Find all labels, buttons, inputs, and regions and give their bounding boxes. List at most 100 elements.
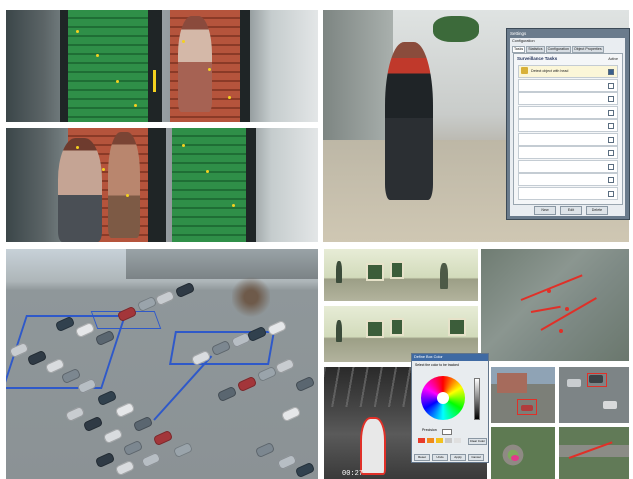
clear-color-button[interactable]: Clear Color bbox=[468, 438, 487, 445]
lane-line bbox=[153, 355, 213, 421]
target-marker bbox=[547, 289, 551, 293]
active-column-label: Active bbox=[608, 57, 618, 61]
color-swatch[interactable] bbox=[418, 438, 425, 443]
active-checkbox[interactable] bbox=[608, 150, 614, 156]
settings-dialog: Settings Configuration Tasks Statistics … bbox=[506, 28, 630, 220]
task-row[interactable] bbox=[518, 119, 618, 132]
tasks-panel: Surveillance Tasks Active Detect object … bbox=[513, 53, 623, 205]
tracking-marker bbox=[76, 30, 79, 33]
track-line bbox=[540, 297, 597, 331]
color-swatch[interactable] bbox=[445, 438, 452, 443]
precision-slider[interactable] bbox=[442, 429, 452, 435]
task-row[interactable] bbox=[518, 186, 618, 200]
active-checkbox[interactable] bbox=[608, 69, 614, 75]
walking-person bbox=[385, 42, 433, 200]
tracking-marker bbox=[182, 40, 185, 43]
warning-icon bbox=[521, 67, 528, 74]
escalator-rail bbox=[60, 10, 68, 122]
tracking-marker bbox=[182, 144, 185, 147]
apply-button[interactable]: Apply bbox=[450, 454, 466, 461]
parked-car bbox=[114, 401, 136, 419]
parked-car bbox=[122, 439, 144, 457]
tab-statistics[interactable]: Statistics bbox=[526, 46, 545, 53]
bounding-box bbox=[517, 399, 537, 415]
tracking-marker bbox=[232, 204, 235, 207]
active-checkbox[interactable] bbox=[608, 136, 614, 143]
escalator-rail bbox=[240, 10, 250, 122]
delete-button[interactable]: Delete bbox=[586, 206, 608, 215]
task-row[interactable]: Detect object with head bbox=[518, 65, 618, 78]
task-row[interactable] bbox=[518, 146, 618, 159]
undo-button[interactable]: Undo bbox=[432, 454, 448, 461]
escalator-rail bbox=[148, 128, 166, 242]
task-row[interactable] bbox=[518, 173, 618, 186]
tracking-marker bbox=[102, 168, 105, 171]
target-marker bbox=[559, 329, 563, 333]
parked-car bbox=[152, 429, 174, 447]
parked-car bbox=[82, 415, 104, 433]
task-row[interactable] bbox=[518, 92, 618, 105]
active-checkbox[interactable] bbox=[608, 190, 614, 197]
plant bbox=[433, 16, 479, 42]
mini-camera-roundabout bbox=[491, 427, 555, 479]
active-checkbox[interactable] bbox=[608, 109, 614, 116]
reset-button[interactable]: Reset bbox=[414, 454, 430, 461]
vehicle bbox=[603, 401, 617, 409]
active-checkbox[interactable] bbox=[608, 82, 614, 89]
task-row[interactable] bbox=[518, 159, 618, 173]
tab-tasks[interactable]: Tasks bbox=[512, 46, 526, 53]
parked-car bbox=[280, 405, 302, 423]
task-row[interactable] bbox=[518, 132, 618, 146]
tab-object-properties[interactable]: Object Properties bbox=[571, 46, 604, 53]
tracking-marker bbox=[228, 96, 231, 99]
brightness-slider[interactable] bbox=[474, 378, 480, 420]
parked-car bbox=[96, 389, 118, 407]
active-checkbox[interactable] bbox=[608, 96, 614, 102]
mini-camera-crossing bbox=[559, 427, 629, 479]
task-label: Detect object with head bbox=[531, 69, 569, 73]
person-on-escalator bbox=[108, 132, 140, 238]
tracking-marker bbox=[116, 80, 119, 83]
tracking-marker bbox=[206, 170, 209, 173]
aerial-camera bbox=[481, 249, 629, 361]
color-wheel[interactable] bbox=[421, 376, 465, 420]
visitor bbox=[336, 320, 342, 342]
painting bbox=[366, 320, 384, 338]
parked-car bbox=[294, 375, 316, 393]
escalator-rail bbox=[148, 10, 162, 122]
task-row[interactable] bbox=[518, 78, 618, 92]
track-line bbox=[520, 274, 583, 301]
escalator-rail bbox=[246, 128, 256, 242]
cancel-button[interactable]: Cancel bbox=[468, 454, 484, 461]
tracking-marker bbox=[126, 194, 129, 197]
new-button[interactable]: New bbox=[534, 206, 556, 215]
person-on-escalator bbox=[58, 138, 102, 242]
parked-car bbox=[140, 451, 162, 469]
visitor bbox=[336, 261, 342, 283]
tab-bar: Tasks Statistics Configuration Object Pr… bbox=[512, 46, 604, 53]
parked-car bbox=[64, 405, 86, 423]
parked-car bbox=[256, 365, 278, 383]
active-checkbox[interactable] bbox=[608, 177, 614, 183]
task-row[interactable] bbox=[518, 105, 618, 119]
parked-car bbox=[94, 451, 116, 469]
tracking-marker bbox=[134, 104, 137, 107]
edit-button[interactable]: Edit bbox=[560, 206, 582, 215]
parking-camera bbox=[6, 249, 318, 479]
tracking-marker bbox=[96, 54, 99, 57]
mini-camera-street bbox=[491, 367, 555, 423]
parked-car bbox=[174, 281, 196, 299]
active-checkbox[interactable] bbox=[608, 123, 614, 129]
building bbox=[497, 373, 527, 393]
painting bbox=[366, 263, 384, 281]
parked-car bbox=[114, 459, 136, 477]
dialog-subtitle: Select the color to be tracked bbox=[415, 363, 459, 367]
color-swatch[interactable] bbox=[427, 438, 434, 443]
color-wheel-center bbox=[437, 392, 449, 404]
escalator-camera-top bbox=[6, 10, 318, 122]
active-checkbox[interactable] bbox=[608, 163, 614, 170]
color-swatch[interactable] bbox=[454, 438, 461, 443]
color-swatch[interactable] bbox=[436, 438, 443, 443]
tab-configuration[interactable]: Configuration bbox=[545, 46, 571, 53]
dialog-body: Configuration Tasks Statistics Configura… bbox=[510, 38, 625, 216]
